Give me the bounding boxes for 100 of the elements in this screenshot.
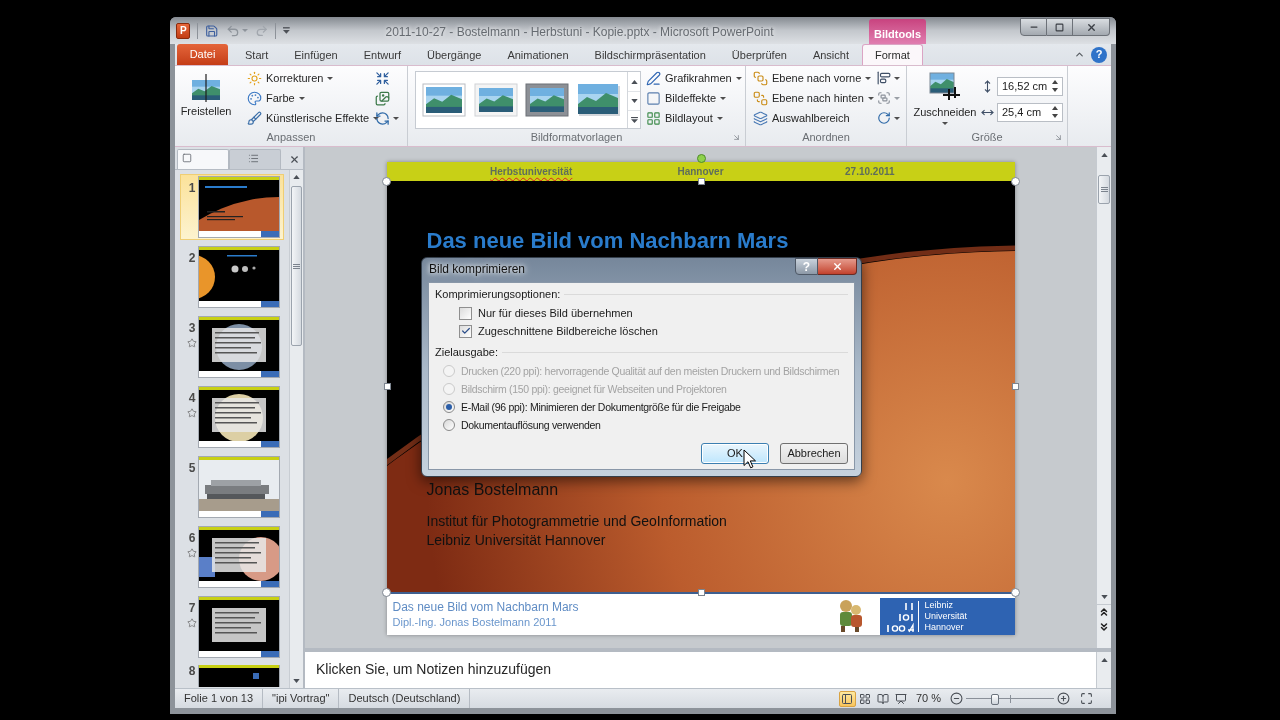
previous-slide-icon[interactable]: [1098, 606, 1110, 618]
ribbon-menu-button[interactable]: Ebene nach hinten: [751, 88, 877, 108]
option-label: Dokumentauflösung verwenden: [461, 419, 601, 431]
resize-handle[interactable]: [1010, 177, 1020, 186]
ribbon-menu-button[interactable]: Künstlerische Effekte: [245, 108, 375, 128]
next-slide-icon[interactable]: [1098, 620, 1110, 633]
scroll-up-icon[interactable]: [1100, 657, 1108, 662]
scroll-up-icon[interactable]: [1100, 152, 1108, 157]
close-icon[interactable]: [289, 154, 300, 165]
caret-icon: [716, 116, 723, 120]
resize-handle[interactable]: [381, 177, 391, 186]
gallery-up-icon[interactable]: [630, 79, 638, 84]
images-icon[interactable]: [375, 90, 390, 106]
dialog-button[interactable]: Abbrechen: [780, 443, 848, 464]
slide-list-item[interactable]: 4: [180, 384, 284, 450]
slide-thumbnail-drawing[interactable]: [199, 317, 279, 377]
minimize-button[interactable]: [1020, 18, 1047, 36]
ribbon-menu-button[interactable]: Bildeffekte: [644, 88, 744, 108]
number-field[interactable]: 16,52 cm: [997, 76, 1063, 96]
app-logo[interactable]: P: [176, 22, 191, 39]
ribbon-tab[interactable]: Einfügen: [281, 44, 351, 65]
ribbon-large-button[interactable]: Zuschneiden: [911, 68, 979, 130]
ribbon-menu-button[interactable]: Bildlayout: [644, 108, 744, 128]
gallery-down-icon[interactable]: [630, 99, 638, 103]
gallery-more-icon[interactable]: [630, 116, 638, 123]
zoom-out-icon[interactable]: [950, 692, 963, 705]
ribbon-tab[interactable]: Bildschirmpräsentation: [581, 44, 719, 65]
caret-icon: [894, 116, 900, 120]
slide-list-item[interactable]: 5: [180, 454, 284, 520]
ribbon-tab[interactable]: Ansicht: [799, 44, 862, 65]
ribbon-large-button[interactable]: Freistellen: [178, 68, 234, 130]
scrollbar-thumb[interactable]: [1098, 175, 1110, 204]
slide-number: 3: [188, 322, 196, 334]
ribbon-tab[interactable]: Übergänge: [413, 44, 495, 65]
slide-list-item[interactable]: 1: [180, 174, 284, 240]
slide-thumbnail-drawing[interactable]: [199, 597, 279, 657]
slide-thumbnail-drawing[interactable]: [199, 665, 279, 687]
maximize-button[interactable]: [1047, 18, 1073, 36]
dialog-button[interactable]: OK: [701, 443, 769, 464]
scroll-down-icon[interactable]: [1100, 594, 1108, 599]
shrink-icon[interactable]: [375, 70, 390, 86]
view-button[interactable]: [838, 690, 856, 707]
slide-list-item[interactable]: 6: [180, 524, 284, 590]
slide-thumbnail-drawing[interactable]: [199, 247, 279, 307]
zoom-in-icon[interactable]: [1057, 692, 1070, 705]
zoom-slider[interactable]: [966, 691, 1054, 706]
caret-icon: [327, 76, 334, 80]
ribbon-menu-button[interactable]: Ebene nach vorne: [751, 68, 877, 88]
close-button[interactable]: [818, 258, 857, 275]
save-icon[interactable]: [205, 23, 219, 38]
slide-list-item[interactable]: 7: [180, 594, 284, 660]
zoom-level-text[interactable]: 70 %: [915, 693, 941, 704]
scroll-up-icon[interactable]: [293, 175, 300, 179]
spinner-arrows-icon[interactable]: [1052, 106, 1058, 118]
scroll-down-icon[interactable]: [293, 679, 300, 683]
slide-list-item[interactable]: 3: [180, 314, 284, 380]
slide-thumbnail-drawing[interactable]: [199, 177, 279, 237]
close-button[interactable]: [1073, 18, 1110, 36]
ribbon-tab[interactable]: Animationen: [494, 44, 582, 65]
help-button[interactable]: ?: [1091, 46, 1107, 63]
number-field[interactable]: 25,4 cm: [997, 102, 1063, 122]
ribbon-menu-button[interactable]: Grafikrahmen: [644, 68, 744, 88]
slide-thumbnail-drawing[interactable]: [199, 527, 279, 587]
checkbox[interactable]: [459, 306, 472, 320]
resize-handle[interactable]: [1010, 588, 1020, 597]
option-label: Zugeschnittene Bildbereiche löschen: [478, 325, 658, 337]
slide-thumbnail-drawing[interactable]: [199, 387, 279, 447]
ribbon-tab[interactable]: Entwurf: [350, 44, 414, 65]
framed-picture-icon[interactable]: [421, 83, 466, 117]
resize-handle[interactable]: [1011, 383, 1019, 390]
radio-button[interactable]: [443, 401, 455, 413]
header-text: Herbstuniversität: [490, 166, 573, 177]
ribbon-menu-button[interactable]: Korrekturen: [245, 68, 375, 88]
framed-picture-icon[interactable]: [577, 83, 622, 117]
slide-list-item[interactable]: 8: [180, 664, 284, 688]
fit-to-window-icon[interactable]: [1080, 692, 1093, 705]
resize-handle[interactable]: [383, 383, 391, 390]
ribbon-menu-button[interactable]: Auswahlbereich: [751, 108, 877, 128]
radio-button[interactable]: [443, 419, 455, 431]
resize-handle[interactable]: [697, 589, 705, 596]
scrollbar-thumb[interactable]: [291, 186, 302, 346]
ribbon-menu-button[interactable]: Farbe: [245, 88, 375, 108]
group-label: Anordnen: [802, 132, 850, 144]
slider-thumb[interactable]: [991, 693, 1000, 705]
section-heading: Komprimierungsoptionen:: [435, 289, 561, 300]
framed-picture-icon[interactable]: [525, 83, 570, 117]
ribbon-tab[interactable]: Überprüfen: [718, 44, 800, 65]
slide-list-item[interactable]: 2: [180, 244, 284, 310]
section-heading: Zielausgabe:: [435, 347, 498, 358]
caret-icon: [894, 96, 900, 100]
spinner-arrows-icon[interactable]: [1052, 80, 1058, 92]
ribbon-tab[interactable]: Format: [861, 44, 923, 65]
slide-thumbnail-drawing[interactable]: [199, 457, 279, 517]
resize-handle[interactable]: [697, 178, 705, 185]
ribbon-tab[interactable]: Datei: [177, 44, 228, 65]
checkbox[interactable]: [459, 324, 472, 338]
rotate-handle[interactable]: [696, 154, 706, 163]
ribbon-tab[interactable]: Start: [232, 44, 282, 65]
resize-handle[interactable]: [381, 588, 391, 597]
customize-toolbar-icon[interactable]: [283, 27, 290, 34]
